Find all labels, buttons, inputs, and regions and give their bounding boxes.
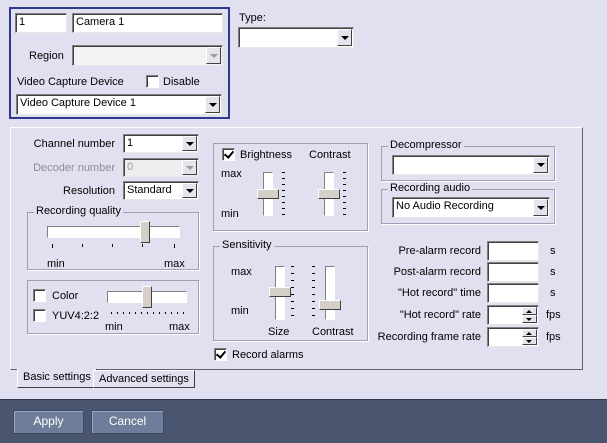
- color-label: Color: [52, 290, 79, 302]
- tick-mark: [174, 244, 175, 248]
- recording-frame-rate-spinner[interactable]: [522, 329, 537, 345]
- type-label: Type:: [239, 12, 266, 24]
- video-capture-device-value: Video Capture Device 1: [20, 97, 136, 109]
- recording-frame-rate-unit: fps: [546, 331, 561, 343]
- record-alarms-checkbox[interactable]: [214, 348, 227, 361]
- tab-basic-settings[interactable]: Basic settings: [17, 369, 97, 388]
- color-checkbox[interactable]: [33, 289, 46, 302]
- chevron-down-icon: [182, 160, 197, 175]
- type-select[interactable]: [238, 27, 354, 48]
- sensitivity-contrast-slider[interactable]: [319, 300, 341, 310]
- yuv-label: YUV4:2:2: [52, 310, 100, 322]
- spin-up-icon[interactable]: [522, 329, 537, 337]
- brightness-ticks: [282, 172, 285, 216]
- sensitivity-max-label: max: [231, 266, 252, 278]
- color-max: max: [169, 321, 190, 333]
- tab-advanced-settings[interactable]: Advanced settings: [93, 370, 195, 388]
- sensitivity-contrast-track: [325, 266, 335, 320]
- contrast-label: Contrast: [309, 149, 351, 161]
- yuv-checkbox[interactable]: [33, 309, 46, 322]
- post-alarm-unit: s: [550, 266, 556, 278]
- recording-quality-max: max: [164, 258, 185, 270]
- sensitivity-label: Sensitivity: [220, 239, 274, 252]
- recording-frame-rate-label: Recording frame rate: [377, 331, 481, 343]
- video-capture-label: Video Capture Device: [17, 76, 124, 88]
- video-capture-device-select[interactable]: Video Capture Device 1: [16, 94, 222, 115]
- resolution-value: Standard: [127, 184, 172, 196]
- tick-mark: [82, 244, 83, 247]
- record-alarms-label: Record alarms: [232, 349, 304, 361]
- brightness-min-label: min: [221, 208, 239, 220]
- brightness-max-label: max: [221, 168, 242, 180]
- region-select[interactable]: [72, 45, 223, 66]
- apply-button[interactable]: Apply: [13, 410, 84, 434]
- tick-mark: [52, 244, 53, 248]
- recording-frame-rate-input[interactable]: [487, 327, 539, 347]
- tick-mark: [142, 244, 143, 247]
- chevron-down-icon[interactable]: [205, 96, 220, 113]
- decoder-number-label: Decoder number: [33, 162, 115, 174]
- resolution-select[interactable]: Standard: [123, 181, 199, 200]
- region-label: Region: [29, 50, 64, 62]
- spin-down-icon[interactable]: [522, 337, 537, 345]
- pre-alarm-unit: s: [550, 245, 556, 257]
- cancel-button[interactable]: Cancel: [91, 410, 164, 434]
- color-slider[interactable]: [142, 286, 152, 308]
- post-alarm-label: Post-alarm record: [393, 266, 481, 278]
- sensitivity-min-label: min: [231, 305, 249, 317]
- pre-alarm-label: Pre-alarm record: [398, 245, 481, 257]
- channel-number-select[interactable]: 1: [123, 134, 199, 153]
- contrast-ticks: [343, 172, 346, 216]
- brightness-slider[interactable]: [257, 189, 279, 199]
- hot-record-rate-spinner[interactable]: [522, 307, 537, 323]
- size-slider[interactable]: [269, 287, 291, 297]
- brightness-checkbox[interactable]: [222, 148, 235, 161]
- channel-number-value: 1: [127, 137, 134, 149]
- disable-label: Disable: [163, 76, 200, 88]
- hot-record-rate-unit: fps: [546, 309, 561, 321]
- recording-quality-track: [47, 226, 180, 238]
- size-label: Size: [268, 326, 290, 338]
- hot-record-time-unit: s: [550, 287, 556, 299]
- sensitivity-contrast-label: Contrast: [312, 326, 354, 338]
- recording-quality-label: Recording quality: [34, 205, 123, 218]
- disable-checkbox[interactable]: [146, 75, 159, 88]
- decoder-number-select: 0: [123, 158, 199, 177]
- contrast-slider[interactable]: [318, 189, 340, 199]
- recording-audio-value: No Audio Recording: [396, 200, 494, 212]
- hot-record-rate-label: "Hot record" rate: [399, 309, 481, 321]
- sensitivity-contrast-ticks: [312, 266, 315, 320]
- brightness-label: Brightness: [240, 149, 292, 161]
- size-ticks: [291, 266, 294, 320]
- chevron-down-icon[interactable]: [337, 29, 352, 46]
- resolution-label: Resolution: [63, 185, 115, 197]
- chevron-down-icon[interactable]: [182, 136, 197, 151]
- spin-down-icon[interactable]: [522, 315, 537, 323]
- channel-number-label: Channel number: [33, 138, 115, 150]
- color-tick-row: [111, 312, 184, 314]
- recording-quality-slider[interactable]: [140, 221, 150, 243]
- hot-record-time-label: "Hot record" time: [398, 287, 481, 299]
- recording-audio-select[interactable]: No Audio Recording: [392, 197, 550, 218]
- chevron-down-icon[interactable]: [533, 157, 548, 173]
- color-min: min: [105, 321, 123, 333]
- pre-alarm-input[interactable]: [487, 241, 539, 261]
- decoder-number-value: 0: [127, 161, 134, 173]
- recording-quality-min: min: [47, 258, 65, 270]
- spin-up-icon[interactable]: [522, 307, 537, 315]
- tick-mark: [112, 244, 113, 247]
- hot-record-rate-input[interactable]: [487, 305, 539, 325]
- recording-audio-label: Recording audio: [388, 182, 473, 195]
- hot-record-time-input[interactable]: [487, 283, 539, 303]
- decompressor-label: Decompressor: [388, 139, 464, 152]
- chevron-down-icon[interactable]: [206, 47, 221, 64]
- post-alarm-input[interactable]: [487, 262, 539, 282]
- decompressor-select[interactable]: [392, 155, 550, 175]
- chevron-down-icon[interactable]: [533, 199, 548, 216]
- camera-number-field[interactable]: 1: [15, 13, 67, 33]
- chevron-down-icon[interactable]: [182, 183, 197, 198]
- camera-name-field[interactable]: Camera 1: [72, 13, 223, 33]
